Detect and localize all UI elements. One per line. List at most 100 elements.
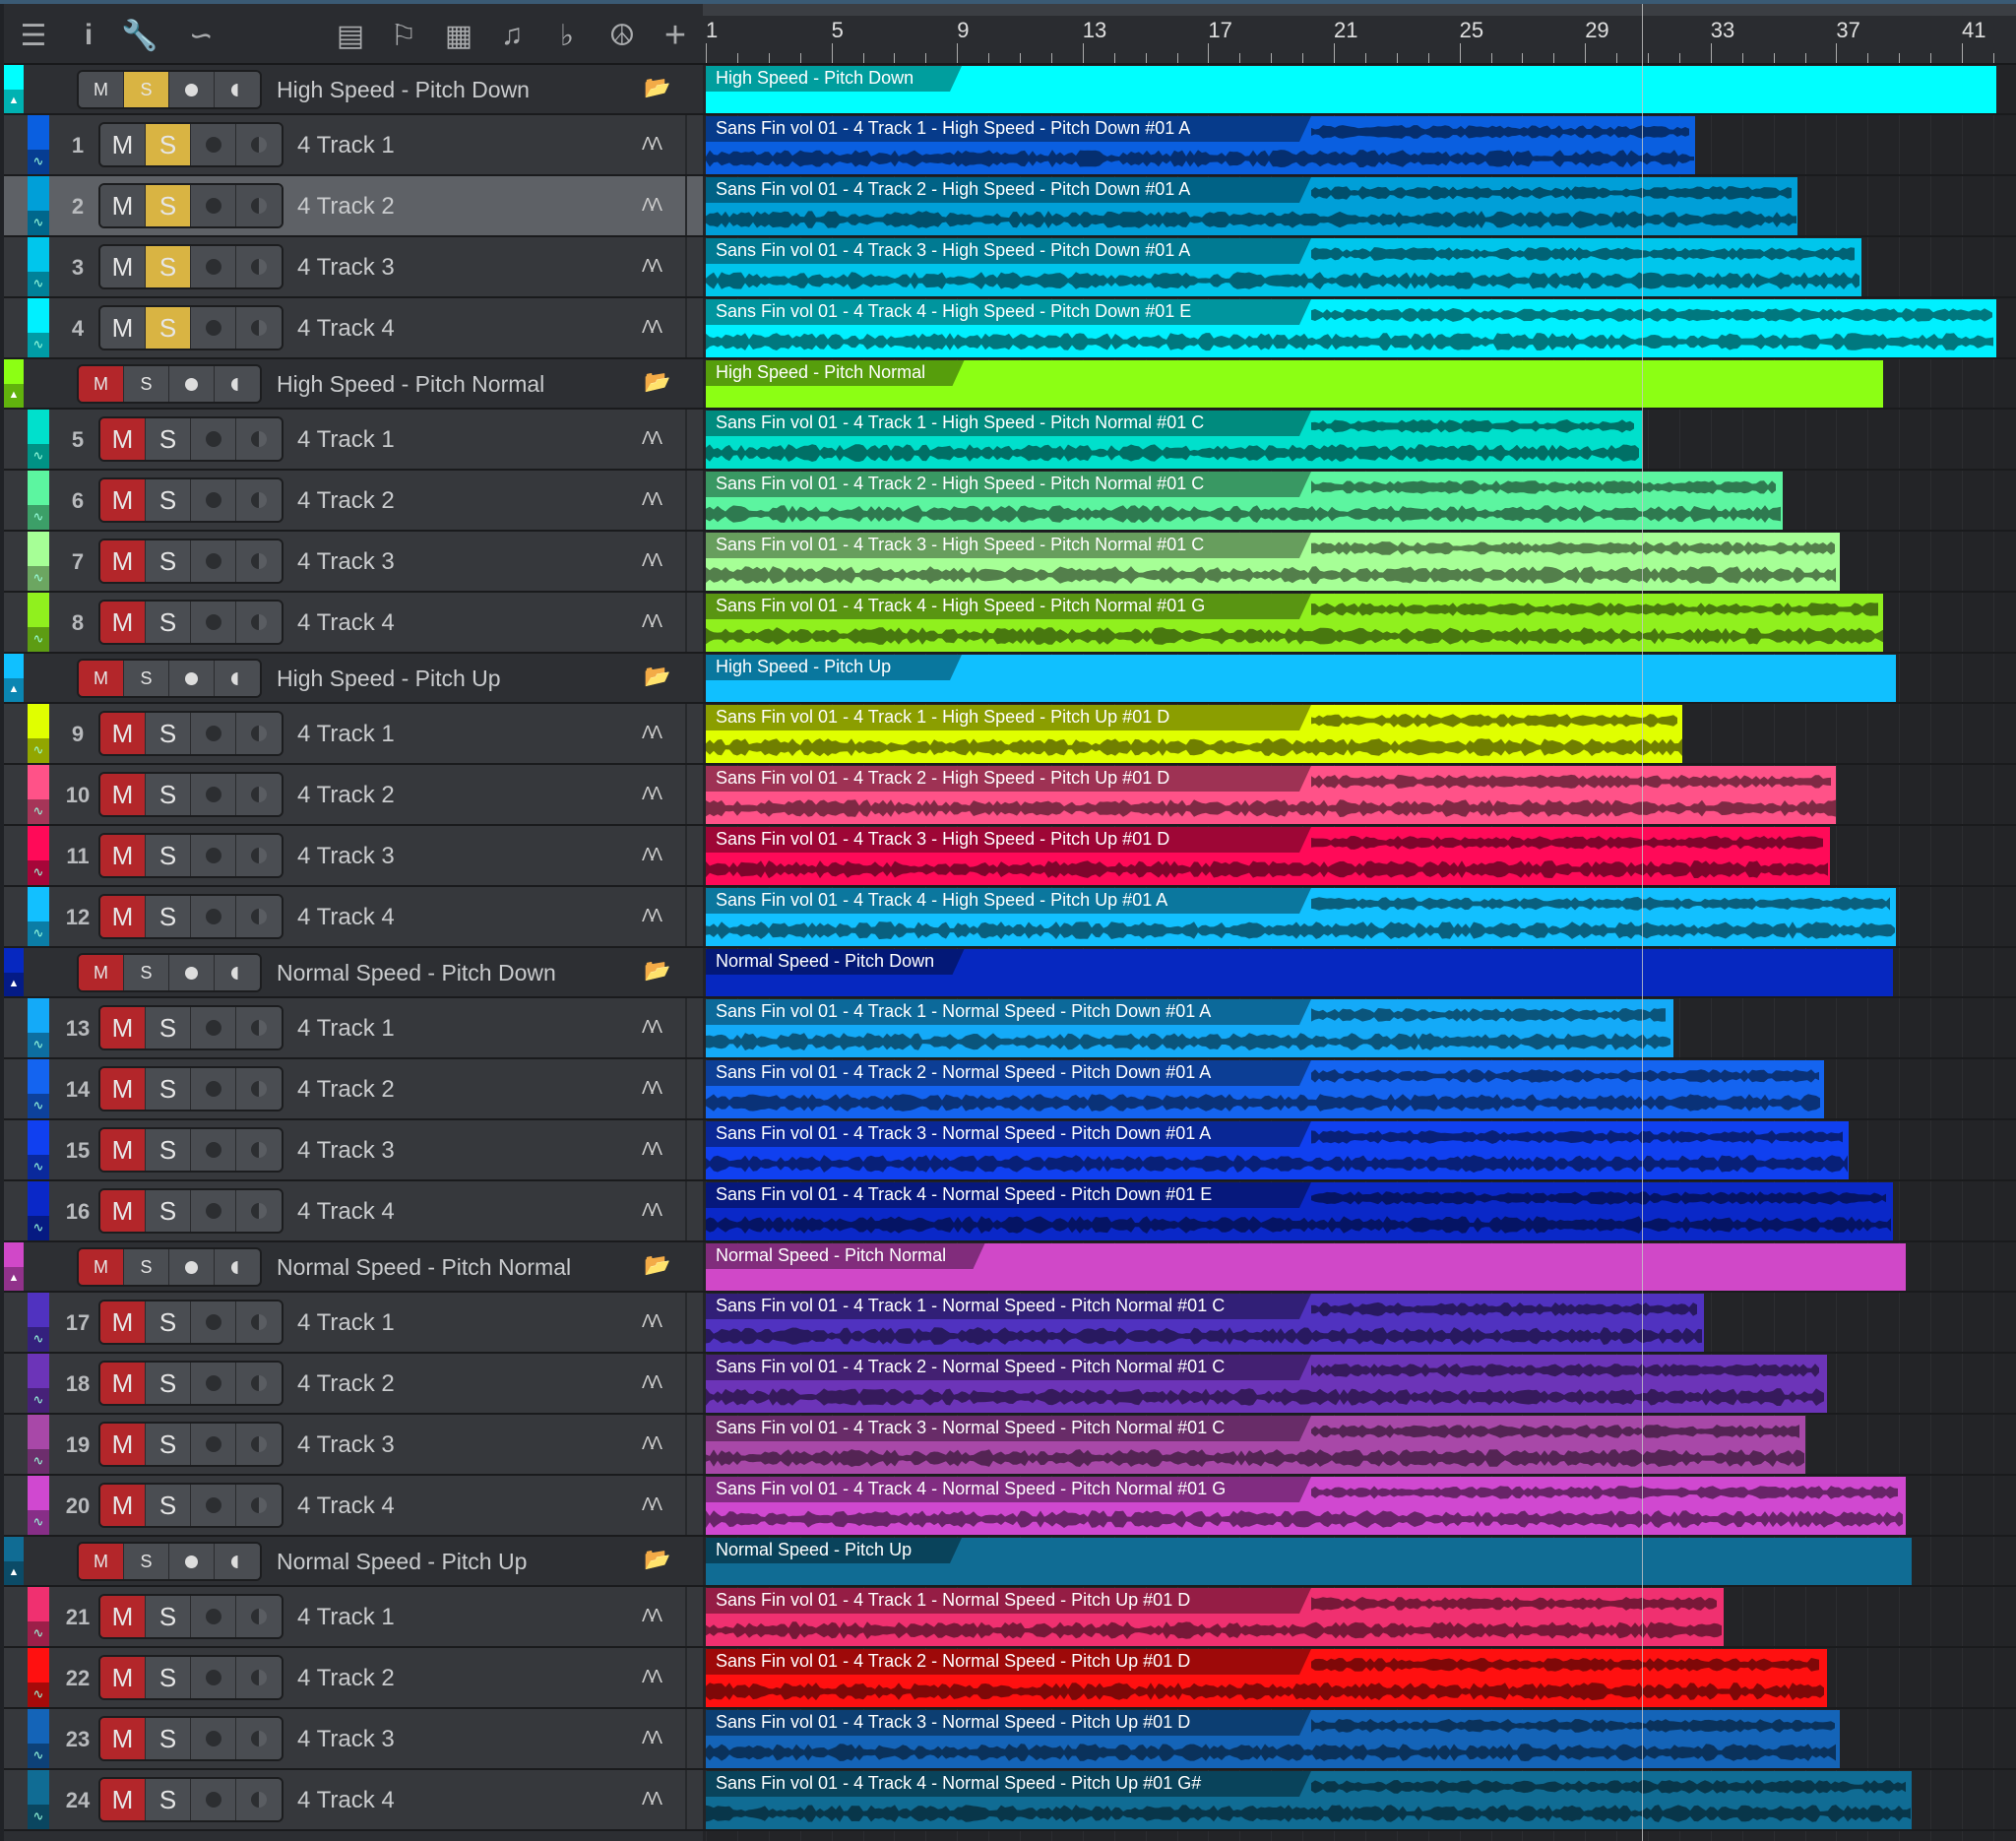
automation-icon[interactable]: ∿ [28,1326,49,1352]
mute-button[interactable]: M [100,124,146,165]
audio-event[interactable]: Sans Fin vol 01 - 4 Track 3 - Normal Spe… [706,1416,1805,1474]
folder-track[interactable]: ▲ M S High Speed - Pitch Normal 📂 [4,359,703,410]
monitor-button[interactable] [236,1657,282,1698]
mute-button[interactable]: M [100,307,146,349]
audio-track[interactable]: ∿ 1 M S 4 Track 1 ΛΛ [4,115,703,176]
track-name[interactable]: 4 Track 4 [297,609,395,637]
audio-track[interactable]: ∿ 22 M S 4 Track 2 ΛΛ [4,1648,703,1709]
record-arm-button[interactable] [169,955,215,990]
track-name[interactable]: 4 Track 3 [297,1431,395,1459]
mute-button[interactable]: M [100,1424,146,1465]
record-arm-button[interactable] [191,1363,236,1404]
mute-button[interactable]: M [79,1544,124,1579]
audio-event[interactable]: Sans Fin vol 01 - 4 Track 3 - High Speed… [706,827,1831,885]
monitor-button[interactable] [236,835,282,876]
audio-event[interactable]: Sans Fin vol 01 - 4 Track 2 - Normal Spe… [706,1355,1827,1413]
monitor-button[interactable] [236,418,282,460]
mute-button[interactable]: M [100,185,146,226]
marker-flag-icon[interactable]: ⚐ [384,18,423,53]
automation-icon[interactable]: ∿ [28,1620,49,1646]
automation-icon[interactable]: ∿ [28,1387,49,1413]
solo-button[interactable]: S [124,955,169,990]
mute-button[interactable]: M [100,1068,146,1110]
monitor-button[interactable] [215,955,260,990]
solo-button[interactable]: S [124,1544,169,1579]
monitor-button[interactable] [236,246,282,287]
track-name[interactable]: 4 Track 2 [297,487,395,515]
solo-button[interactable]: S [146,307,191,349]
record-arm-button[interactable] [191,479,236,521]
add-track-icon[interactable]: + [656,15,695,56]
audio-event[interactable]: Sans Fin vol 01 - 4 Track 2 - Normal Spe… [706,1060,1824,1118]
folder-event[interactable]: Normal Speed - Pitch Down [706,949,1893,996]
solo-button[interactable]: S [146,479,191,521]
folder-name[interactable]: High Speed - Pitch Normal [277,371,544,398]
folder-icon[interactable]: 📂 [644,1252,670,1278]
track-name[interactable]: 4 Track 4 [297,1198,395,1226]
automation-icon[interactable]: ∿ [28,565,49,591]
folder-name[interactable]: Normal Speed - Pitch Normal [277,1254,571,1281]
audio-track[interactable]: ∿ 10 M S 4 Track 2 ΛΛ [4,765,703,826]
solo-button[interactable]: S [146,896,191,937]
automation-icon[interactable]: ∿ [28,504,49,530]
mute-button[interactable]: M [79,366,124,402]
folder-event[interactable]: Normal Speed - Pitch Normal [706,1243,1906,1291]
record-arm-button[interactable] [191,713,236,754]
mute-button[interactable]: M [100,1657,146,1698]
track-name[interactable]: 4 Track 2 [297,782,395,809]
automation-icon[interactable]: ∿ [28,626,49,652]
track-name[interactable]: 4 Track 1 [297,721,395,748]
solo-button[interactable]: S [146,1424,191,1465]
record-arm-button[interactable] [191,896,236,937]
monitor-button[interactable] [236,713,282,754]
track-name[interactable]: 4 Track 4 [297,315,395,343]
track-name[interactable]: 4 Track 1 [297,1309,395,1337]
playhead[interactable] [1641,4,1643,1841]
record-arm-button[interactable] [191,1779,236,1820]
mute-button[interactable]: M [100,1596,146,1637]
audio-track[interactable]: ∿ 11 M S 4 Track 3 ΛΛ [4,826,703,887]
menu-icon[interactable]: ☰ [14,18,53,53]
solo-button[interactable]: S [146,1301,191,1343]
monitor-button[interactable] [236,1363,282,1404]
track-name[interactable]: 4 Track 1 [297,1604,395,1631]
folder-name[interactable]: High Speed - Pitch Up [277,666,501,692]
monitor-button[interactable] [236,1007,282,1048]
mute-button[interactable]: M [79,955,124,990]
solo-button[interactable]: S [146,1068,191,1110]
folder-icon[interactable]: 📂 [644,664,670,689]
collapse-triangle-icon[interactable]: ▲ [4,384,24,408]
monitor-button[interactable] [236,1190,282,1232]
monitor-button[interactable] [236,896,282,937]
record-arm-button[interactable] [191,1718,236,1759]
solo-button[interactable]: S [124,72,169,107]
folder-icon[interactable]: 📂 [644,369,670,395]
mute-button[interactable]: M [100,246,146,287]
automation-icon[interactable]: ∿ [28,443,49,469]
audio-event[interactable]: Sans Fin vol 01 - 4 Track 1 - High Speed… [706,116,1695,174]
monitor-button[interactable] [236,124,282,165]
solo-button[interactable]: S [146,1129,191,1171]
mute-button[interactable]: M [100,774,146,815]
monitor-button[interactable] [236,1301,282,1343]
folder-icon[interactable]: 📂 [644,958,670,984]
solo-button[interactable]: S [146,713,191,754]
automation-icon[interactable]: ∿ [28,1448,49,1474]
audio-track[interactable]: ∿ 14 M S 4 Track 2 ΛΛ [4,1059,703,1120]
record-arm-button[interactable] [191,835,236,876]
audio-event[interactable]: Sans Fin vol 01 - 4 Track 4 - High Speed… [706,594,1884,652]
solo-button[interactable]: S [146,540,191,582]
record-arm-button[interactable] [191,418,236,460]
audio-event[interactable]: Sans Fin vol 01 - 4 Track 1 - High Speed… [706,411,1642,469]
audio-track[interactable]: ∿ 21 M S 4 Track 1 ΛΛ [4,1587,703,1648]
monitor-button[interactable] [215,1249,260,1285]
mute-button[interactable]: M [79,661,124,696]
record-arm-button[interactable] [191,1596,236,1637]
monitor-button[interactable] [236,602,282,643]
audio-track[interactable]: ∿ 5 M S 4 Track 1 ΛΛ [4,410,703,471]
automation-icon[interactable]: ∿ [28,798,49,824]
monitor-button[interactable] [215,72,260,107]
record-arm-button[interactable] [191,1068,236,1110]
record-arm-button[interactable] [191,307,236,349]
mute-button[interactable]: M [100,1485,146,1526]
